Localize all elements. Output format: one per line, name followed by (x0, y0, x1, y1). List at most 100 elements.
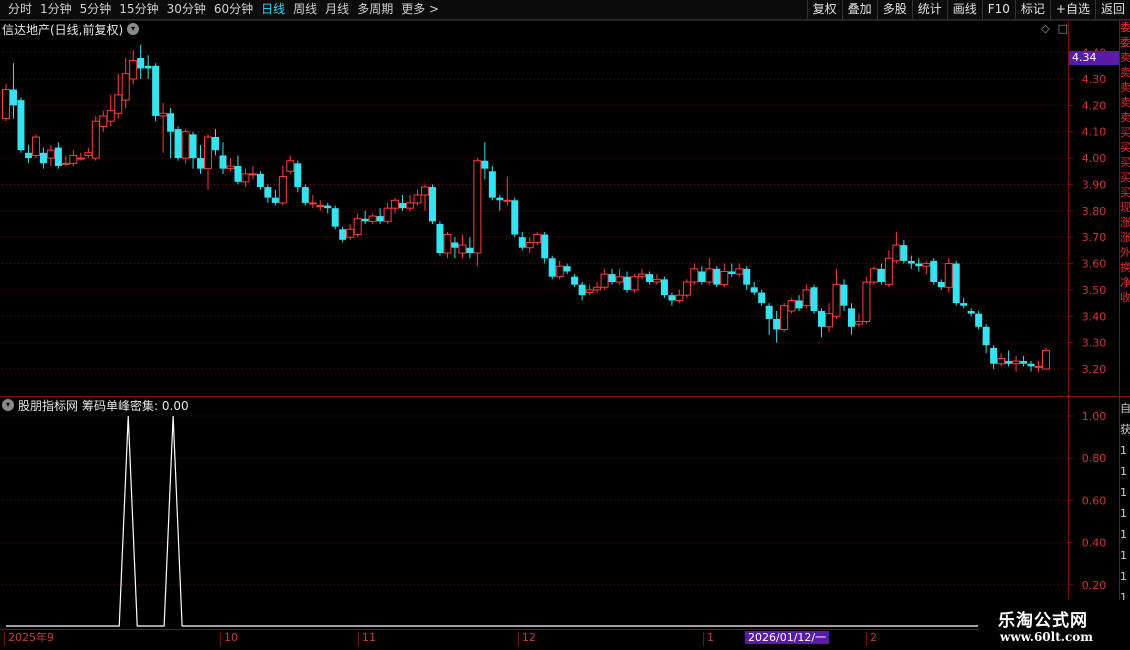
candle-body (735, 268, 744, 275)
quote-field-label: 获 (1120, 423, 1130, 436)
candle-body (990, 347, 998, 364)
candle-body (488, 171, 496, 198)
candle-body (765, 305, 773, 319)
candle-body (1012, 360, 1021, 365)
candle-body (652, 278, 661, 283)
candle-body (915, 263, 923, 267)
price-axis-label: 4.20 (1082, 99, 1107, 112)
candle-body (413, 194, 422, 204)
candle-body (847, 308, 855, 327)
candle-body (181, 131, 190, 159)
candle-body (144, 65, 152, 69)
indicator-axis-label: 0.40 (1082, 537, 1107, 550)
candle-body (458, 244, 467, 254)
candle-body (219, 155, 227, 169)
candle-body (353, 218, 362, 236)
candle-body (758, 292, 766, 304)
candle-body (967, 311, 975, 314)
quote-field-label: 卖 (1120, 111, 1130, 124)
quote-field-label: 自 (1120, 402, 1130, 415)
candle-body (308, 202, 317, 205)
quote-field-label: 卖 (1120, 51, 1130, 64)
date-axis-label: 12 (518, 632, 536, 646)
cursor-date-label: 2026/01/12/一 (745, 631, 830, 644)
candle-body (256, 173, 264, 188)
price-axis-label: 4.10 (1082, 126, 1107, 139)
quote-field-label: 卖 (1120, 81, 1130, 94)
quote-field-label: 1 (1120, 549, 1127, 562)
quote-field-label: 买 (1120, 126, 1130, 139)
chart-canvas[interactable]: 4.404.304.204.104.003.903.803.703.603.50… (0, 0, 1130, 650)
chart-title: 信达地产(日线,前复权) (2, 22, 124, 37)
candle-body (167, 113, 175, 132)
candle-body (937, 282, 945, 288)
indicator-name: 股朋指标网 (18, 398, 79, 413)
chevron-down-icon[interactable]: ▾ (127, 23, 140, 35)
candle-body (832, 284, 841, 317)
candle-body (406, 202, 415, 209)
candle-body (346, 228, 355, 238)
candle-body (960, 303, 968, 306)
date-axis-label: 2 (866, 632, 877, 646)
candle-body (795, 300, 803, 309)
candle-body (331, 208, 339, 227)
candle-body (511, 200, 519, 235)
candle-body (69, 154, 78, 164)
candle-body (420, 186, 429, 196)
candle-body (368, 215, 377, 222)
candle-body (399, 202, 407, 209)
candle-body (705, 268, 714, 283)
candle-body (884, 257, 893, 286)
candle-body (578, 284, 586, 296)
candle-body (24, 152, 32, 159)
candle-body (503, 199, 512, 202)
quote-field-label: 卖 (1120, 96, 1130, 109)
candle-body (106, 110, 115, 122)
price-axis-label: 3.20 (1082, 363, 1107, 376)
watermark-title: 乐淘公式网 (998, 611, 1088, 631)
candle-body (600, 273, 609, 288)
candle-body (383, 207, 392, 222)
candle-body (31, 136, 40, 156)
quote-field-label: 1 (1120, 528, 1127, 541)
candle-body (675, 294, 684, 301)
candle-body (443, 234, 452, 254)
date-axis: 2025年9 10 11 12 1 2 (0, 629, 1130, 650)
candle-body (750, 287, 758, 293)
candle-body (121, 73, 130, 101)
candle-body (316, 205, 325, 208)
quote-panel-strip[interactable]: 委委卖卖卖卖卖买买买买买现涨涨外换净收 (1120, 20, 1130, 400)
candle-body (615, 276, 624, 283)
price-axis-label: 3.30 (1082, 337, 1107, 350)
quote-field-label: 1 (1120, 570, 1127, 583)
candle-body (451, 242, 459, 248)
candle-body (391, 199, 400, 209)
indicator-line (6, 415, 978, 627)
diamond-icon[interactable]: ◇ (1041, 22, 1049, 35)
quote-panel-strip-lower[interactable]: 自获11111111 (1120, 398, 1130, 628)
candle-body (637, 273, 646, 278)
candle-body (645, 274, 653, 282)
price-axis-label: 3.50 (1082, 284, 1107, 297)
indicator-value: 筹码单峰密集: 0.00 (82, 398, 189, 413)
chart-window-controls: ◇ □ (1041, 22, 1068, 35)
maximize-icon[interactable]: □ (1058, 22, 1068, 35)
candle-body (1042, 350, 1050, 370)
candle-body (555, 265, 564, 278)
candle-body (137, 57, 145, 69)
candle-body (840, 284, 848, 306)
candle-body (286, 160, 295, 172)
quote-field-label: 1 (1120, 507, 1127, 520)
candle-body (204, 136, 213, 170)
candle-body (682, 281, 691, 296)
candle-body (241, 173, 250, 183)
candle-body (907, 260, 915, 264)
candle-body (54, 147, 62, 166)
watermark-url: www.60lt.com (1000, 630, 1093, 644)
candle-body (944, 263, 953, 288)
quote-field-label: 涨 (1120, 231, 1130, 244)
candle-body (975, 313, 983, 327)
candle-body (825, 313, 834, 328)
chevron-down-icon[interactable]: ▾ (2, 399, 14, 411)
price-axis-label: 4.00 (1082, 152, 1107, 165)
